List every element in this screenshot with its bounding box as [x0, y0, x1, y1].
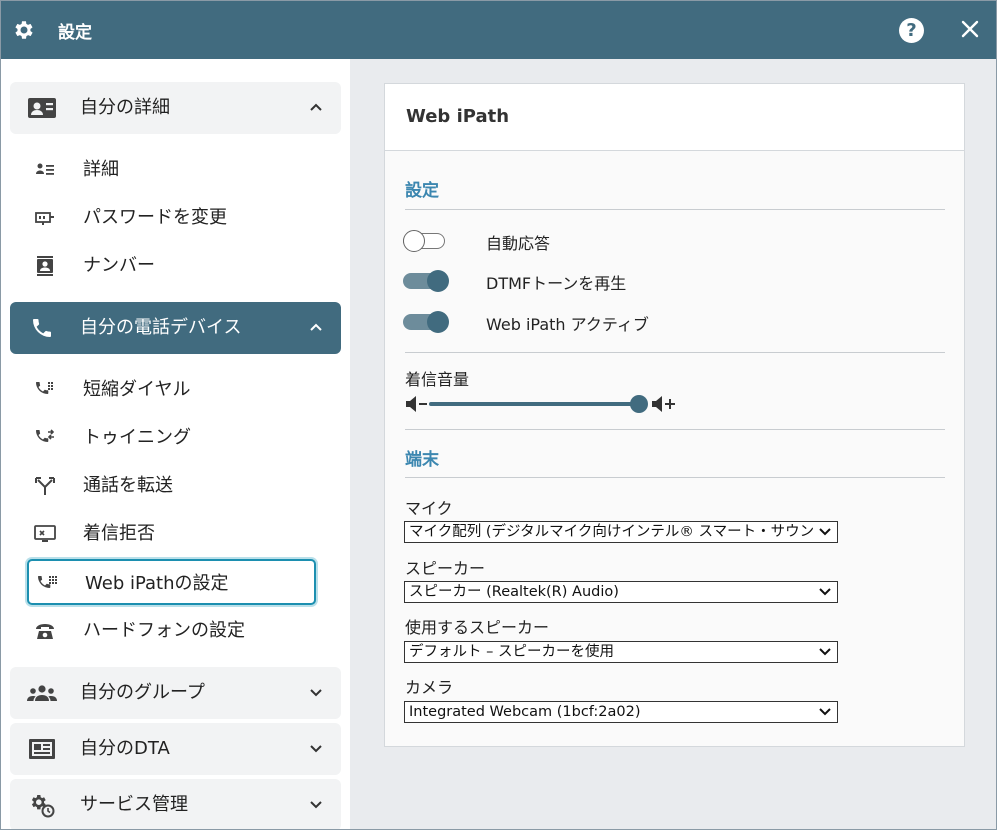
sidebar-item-label: トゥイニング — [83, 427, 191, 448]
close-icon[interactable] — [957, 16, 983, 42]
speaker-select[interactable]: スピーカー (Realtek(R) Audio) — [404, 581, 838, 603]
title-bar: 設定 ? — [1, 1, 996, 59]
dtmf-tone-toggle[interactable] — [403, 270, 449, 292]
sidebar-group-label: 自分のグループ — [80, 682, 205, 703]
gear-icon — [12, 18, 36, 42]
microphone-select[interactable]: マイク配列 (デジタルマイク向けインテル® スマート・サウンド・テクノロジー) — [404, 521, 838, 543]
sidebar-item-call-forward[interactable]: 通話を転送 — [27, 463, 316, 509]
chevron-down-icon — [819, 648, 831, 656]
card-header: Web iPath — [385, 84, 964, 151]
group-icon — [25, 681, 59, 705]
ringtone-volume-label: 着信音量 — [405, 370, 470, 389]
sidebar-item-label: 短縮ダイヤル — [83, 379, 191, 400]
sidebar-item-label: ハードフォンの設定 — [83, 620, 245, 641]
call-block-icon — [33, 522, 57, 546]
sidebar-item-hardphone-settings[interactable]: ハードフォンの設定 — [27, 608, 316, 654]
sidebar-item-change-password[interactable]: パスワードを変更 — [27, 195, 316, 241]
web-ipath-active-row: Web iPath アクティブ — [403, 309, 923, 335]
web-ipath-settings-icon — [35, 572, 59, 596]
microphone-label: マイク — [405, 499, 453, 518]
call-forward-icon — [33, 474, 57, 498]
sidebar-item-label: 通話を転送 — [83, 475, 173, 496]
web-ipath-active-toggle[interactable] — [403, 311, 449, 333]
slider-track — [429, 402, 643, 406]
sidebar-group-my-groups[interactable]: 自分のグループ — [10, 667, 341, 719]
content-area: Web iPath 設定 自動応答 DTMFトーンを再生 Web iPath ア… — [350, 59, 996, 829]
password-icon — [33, 206, 57, 230]
sidebar-item-label: 着信拒否 — [83, 523, 155, 544]
chevron-down-icon — [310, 689, 322, 697]
number-badge-icon — [33, 254, 57, 278]
chevron-down-icon — [310, 745, 322, 753]
chevron-down-icon — [819, 528, 831, 536]
sidebar-item-label: 詳細 — [83, 159, 119, 180]
speed-dial-icon — [33, 378, 57, 402]
sidebar-group-label: 自分の詳細 — [80, 97, 170, 118]
chevron-up-icon — [310, 103, 322, 111]
service-settings-icon — [25, 793, 59, 818]
select-value: マイク配列 (デジタルマイク向けインテル® スマート・サウンド・テクノロジー) — [409, 524, 815, 540]
chevron-down-icon — [310, 801, 322, 809]
divider — [405, 477, 945, 478]
settings-window: 設定 ? 自分の詳細 詳細 パスワードを変更 ナンバー 自分の電話デバイス 短縮… — [0, 0, 997, 830]
sidebar-item-label: パスワードを変更 — [83, 207, 227, 228]
sidebar-item-label: ナンバー — [83, 255, 155, 276]
sidebar-item-twinning[interactable]: トゥイニング — [27, 415, 316, 461]
toggle-label: DTMFトーンを再生 — [486, 274, 627, 293]
sidebar-group-my-details[interactable]: 自分の詳細 — [10, 82, 341, 134]
dta-icon — [25, 737, 59, 761]
sidebar-item-web-ipath-settings[interactable]: Web iPathの設定 — [27, 559, 316, 605]
sidebar-group-label: 自分のDTA — [80, 738, 170, 759]
sidebar-group-label: サービス管理 — [80, 794, 188, 815]
select-value: デフォルト – スピーカーを使用 — [409, 644, 614, 660]
toggle-label: Web iPath アクティブ — [486, 315, 649, 334]
window-title: 設定 — [58, 22, 92, 43]
sidebar-group-label: 自分の電話デバイス — [80, 317, 242, 338]
phone-icon — [25, 316, 59, 340]
chevron-down-icon — [819, 708, 831, 716]
device-section-title: 端末 — [405, 450, 439, 470]
sidebar-group-my-phone-devices[interactable]: 自分の電話デバイス — [10, 302, 341, 354]
auto-answer-row: 自動応答 — [403, 228, 923, 254]
volume-up-icon[interactable] — [651, 395, 677, 413]
divider — [405, 209, 945, 210]
details-list-icon — [33, 158, 57, 182]
web-ipath-card: Web iPath 設定 自動応答 DTMFトーンを再生 Web iPath ア… — [384, 83, 965, 747]
help-icon[interactable]: ? — [899, 18, 924, 43]
ringtone-volume-slider[interactable] — [405, 393, 685, 415]
dtmf-tone-row: DTMFトーンを再生 — [403, 268, 923, 294]
toggle-label: 自動応答 — [486, 234, 551, 253]
volume-down-icon[interactable] — [405, 395, 429, 413]
sidebar-item-speed-dial[interactable]: 短縮ダイヤル — [27, 367, 316, 413]
sidebar-item-call-block[interactable]: 着信拒否 — [27, 511, 316, 557]
divider — [405, 429, 945, 430]
chevron-up-icon — [310, 323, 322, 331]
select-value: Integrated Webcam (1bcf:2a02) — [409, 704, 641, 720]
camera-select[interactable]: Integrated Webcam (1bcf:2a02) — [404, 701, 838, 723]
sidebar-item-label: Web iPathの設定 — [85, 573, 229, 594]
slider-thumb[interactable] — [630, 395, 648, 413]
twinning-icon — [33, 426, 57, 450]
speaker-label: スピーカー — [405, 559, 486, 578]
sidebar-item-details[interactable]: 詳細 — [27, 147, 316, 193]
auto-answer-toggle[interactable] — [403, 230, 449, 252]
sidebar: 自分の詳細 詳細 パスワードを変更 ナンバー 自分の電話デバイス 短縮ダイヤル … — [1, 59, 350, 829]
camera-label: カメラ — [405, 678, 454, 697]
sidebar-group-service-management[interactable]: サービス管理 — [10, 779, 341, 829]
ringer-speaker-select[interactable]: デフォルト – スピーカーを使用 — [404, 641, 838, 663]
sidebar-item-number[interactable]: ナンバー — [27, 243, 316, 289]
divider — [405, 352, 945, 353]
ringer-speaker-label: 使用するスピーカー — [405, 618, 550, 637]
chevron-down-icon — [819, 588, 831, 596]
contact-card-icon — [25, 96, 59, 120]
settings-section-title: 設定 — [405, 181, 439, 201]
card-title: Web iPath — [406, 106, 510, 127]
hardphone-icon — [33, 619, 57, 643]
sidebar-group-my-dta[interactable]: 自分のDTA — [10, 723, 341, 775]
select-value: スピーカー (Realtek(R) Audio) — [409, 584, 619, 600]
